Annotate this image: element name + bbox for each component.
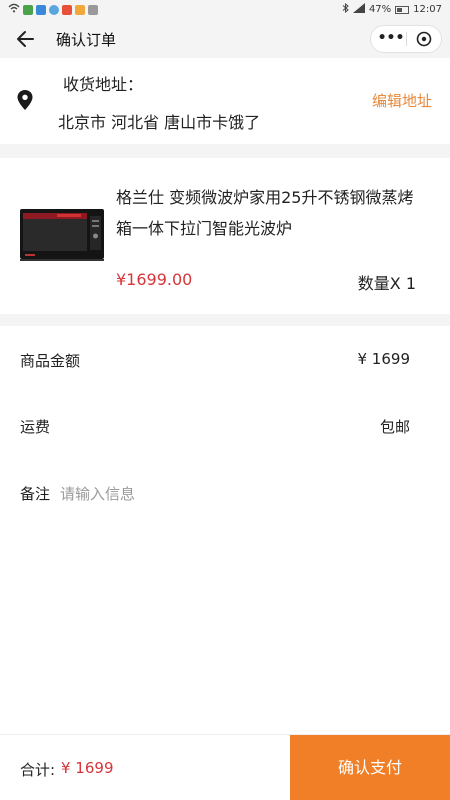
note-label: 备注 — [20, 485, 51, 503]
product-price: ¥1699.00 — [116, 270, 193, 289]
wechat-icon — [23, 4, 33, 15]
back-arrow-icon — [17, 31, 34, 47]
amount-label: 商品金额 — [20, 352, 81, 370]
signal-icon — [352, 3, 365, 16]
app-icon — [62, 4, 72, 15]
location-pin-icon — [17, 90, 33, 110]
battery-percent: 47% — [368, 4, 392, 15]
checkout-bar: 合计: ¥ 1699 确认支付 — [0, 734, 450, 800]
battery-icon — [395, 5, 410, 14]
address-label: 收货地址： — [63, 75, 144, 94]
total-value: ¥ 1699 — [61, 759, 114, 777]
navigation-bar: 确认订单 ••• — [0, 20, 450, 58]
shipping-row: 运费 包邮 — [0, 412, 450, 442]
notification-icons — [8, 3, 98, 16]
product-quantity: 数量X 1 — [357, 274, 416, 293]
amount-row: 商品金额 ¥ 1699 — [0, 346, 450, 376]
product-title: 格兰仕 变频微波炉家用25升不锈钢微蒸烤箱一体下拉门智能光波炉 — [116, 188, 414, 238]
address-card[interactable]: 收货地址： 北京市 河北省 唐山市卡饿了 编辑地址 — [0, 58, 450, 144]
shipping-label: 运费 — [20, 418, 51, 436]
more-button[interactable]: ••• — [377, 26, 405, 52]
confirm-pay-button[interactable]: 确认支付 — [290, 735, 450, 800]
shipping-value: 包邮 — [379, 418, 410, 436]
address-text: 北京市 河北省 唐山市卡饿了 — [58, 113, 261, 132]
app-icon — [88, 4, 98, 15]
status-bar: 47% 12:07 — [0, 0, 450, 20]
app-icon — [75, 4, 85, 15]
app-icon — [36, 4, 46, 15]
page-title: 确认订单 — [56, 31, 117, 49]
wifi-icon — [8, 3, 20, 16]
close-circle-icon — [416, 31, 432, 47]
clock: 12:07 — [413, 4, 442, 15]
system-status: 47% 12:07 — [342, 2, 442, 16]
amount-value: ¥ 1699 — [357, 350, 411, 368]
note-input[interactable] — [60, 479, 420, 509]
product-image — [20, 209, 104, 261]
back-button[interactable] — [14, 27, 38, 51]
close-button[interactable] — [411, 26, 439, 52]
product-card: 格兰仕 变频微波炉家用25升不锈钢微蒸烤箱一体下拉门智能光波炉 ¥1699.00… — [0, 158, 450, 314]
mini-program-capsule: ••• — [370, 25, 442, 53]
note-row: 备注 — [0, 479, 450, 509]
edit-address-link[interactable]: 编辑地址 — [372, 90, 432, 111]
cloud-icon — [49, 4, 59, 15]
total-label: 合计: — [20, 761, 56, 779]
bluetooth-icon — [342, 2, 349, 16]
capsule-divider — [406, 32, 407, 46]
order-summary: 商品金额 ¥ 1699 运费 包邮 备注 — [0, 326, 450, 734]
